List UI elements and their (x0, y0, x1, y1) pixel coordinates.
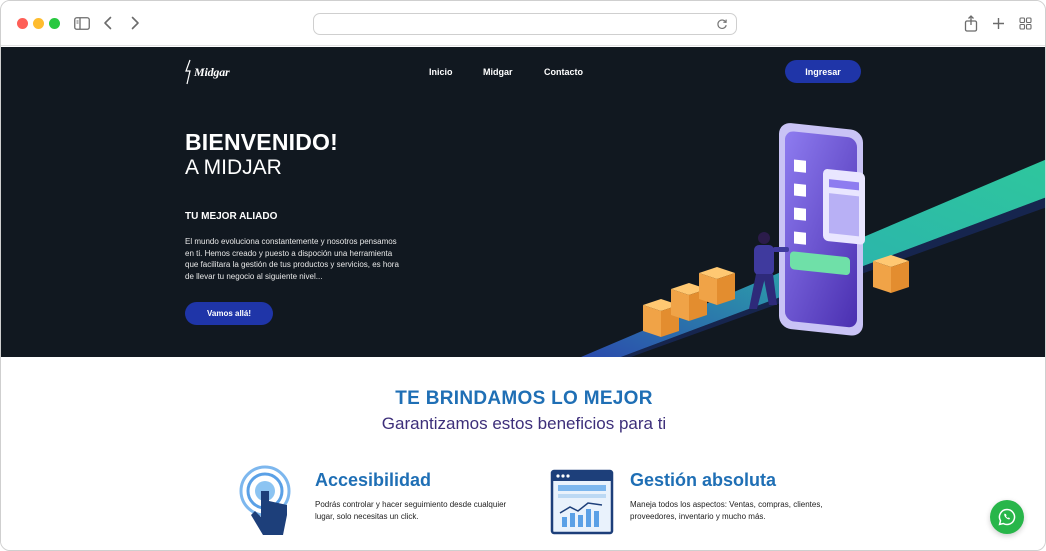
whatsapp-icon (998, 508, 1016, 526)
benefit-text: Podrás controlar y hacer seguimiento des… (315, 500, 507, 521)
touch-icon (239, 465, 291, 535)
hero-title: BIENVENIDO! (185, 129, 338, 155)
hero-illustration (581, 123, 1045, 357)
phone-illustration (779, 123, 865, 336)
grid-icon[interactable] (1017, 13, 1033, 33)
hero-description: El mundo evoluciona constantemente y nos… (185, 237, 399, 281)
benefits-subtitle: Garantizamos estos beneficios para ti (381, 414, 667, 433)
sidebar-icon[interactable] (73, 13, 91, 33)
whatsapp-button[interactable] (990, 500, 1024, 534)
hero-subtitle: A MIDJAR (185, 156, 282, 179)
benefit-text: Maneja todos los aspectos: Ventas, compr… (630, 500, 823, 521)
hero-tagline: TU MEJOR ALIADO (185, 211, 278, 222)
browser-window: Midgar Inicio Midgar Contacto Ingresar B… (0, 0, 1046, 551)
cta-button[interactable]: Vamos allá! (185, 302, 273, 325)
logo-bolt-icon (185, 59, 191, 85)
site-logo[interactable]: Midgar (184, 59, 230, 85)
benefits-title: TE BRINDAMOS LO MEJOR (395, 388, 653, 409)
logo-text: Midgar (194, 64, 230, 79)
benefit-title: Gestión absoluta (630, 470, 777, 490)
minimize-window-button[interactable] (33, 18, 44, 29)
nav-link-midgar[interactable]: Midgar (483, 67, 513, 77)
close-window-button[interactable] (17, 18, 28, 29)
nav-link-inicio[interactable]: Inicio (429, 67, 453, 77)
browser-toolbar (1, 1, 1045, 46)
benefit-title: Accesibilidad (315, 470, 432, 490)
chevron-left-icon[interactable] (100, 13, 114, 33)
reload-icon[interactable] (716, 17, 730, 31)
address-bar[interactable] (313, 13, 737, 35)
chevron-right-icon[interactable] (128, 13, 142, 33)
plus-icon[interactable] (990, 13, 1006, 33)
maximize-window-button[interactable] (49, 18, 60, 29)
hero-section: Midgar Inicio Midgar Contacto Ingresar B… (1, 47, 1045, 357)
dashboard-icon (550, 469, 614, 535)
share-icon[interactable] (963, 13, 979, 33)
benefits-section: TE BRINDAMOS LO MEJOR Garantizamos estos… (1, 357, 1045, 550)
